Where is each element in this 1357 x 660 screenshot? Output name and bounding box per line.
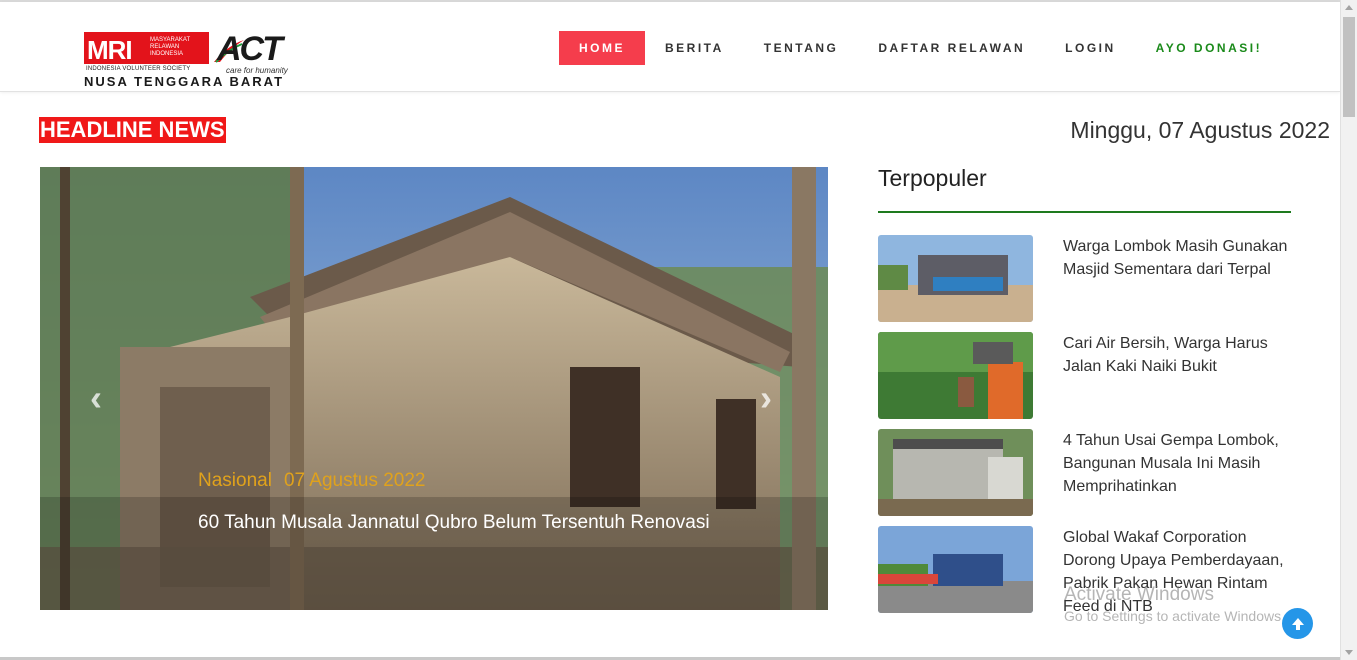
scroll-top-icon bbox=[1291, 617, 1304, 630]
popular-item-title[interactable]: Global Wakaf Corporation Dorong Upaya Pe… bbox=[1063, 526, 1291, 618]
ivs-text: INDONESIA VOLUNTEER SOCIETY bbox=[86, 66, 191, 72]
popular-item[interactable]: Global Wakaf Corporation Dorong Upaya Pe… bbox=[878, 526, 1291, 623]
mri-logo-subtext: MASYARAKAT RELAWAN INDONESIA bbox=[150, 37, 191, 57]
main-nav: HOME BERITA TENTANG DAFTAR RELAWAN LOGIN… bbox=[559, 31, 1262, 65]
scroll-down-icon[interactable] bbox=[1345, 650, 1353, 655]
headline-news-label: HEADLINE NEWS bbox=[39, 117, 226, 143]
site-logo[interactable]: MRI MASYARAKAT RELAWAN INDONESIA INDONES… bbox=[84, 30, 306, 89]
slider-category[interactable]: Nasional bbox=[198, 470, 272, 491]
popular-thumbnail[interactable] bbox=[878, 526, 1033, 613]
slider-meta: Nasional 07 Agustus 2022 bbox=[198, 470, 718, 492]
slider-caption: Nasional 07 Agustus 2022 60 Tahun Musala … bbox=[198, 470, 718, 534]
mri-logo-text: MRI bbox=[87, 35, 133, 65]
site-header: MRI MASYARAKAT RELAWAN INDONESIA INDONES… bbox=[0, 2, 1340, 92]
scroll-up-icon[interactable] bbox=[1345, 5, 1353, 10]
popular-item-title[interactable]: 4 Tahun Usai Gempa Lombok, Bangunan Musa… bbox=[1063, 429, 1291, 498]
popular-item[interactable]: Warga Lombok Masih Gunakan Masjid Sement… bbox=[878, 235, 1291, 332]
popular-title: Terpopuler bbox=[878, 165, 1291, 213]
slider-prev-icon[interactable]: ‹ bbox=[90, 377, 102, 419]
nav-home[interactable]: HOME bbox=[559, 31, 645, 65]
popular-thumbnail[interactable] bbox=[878, 235, 1033, 322]
slider-title[interactable]: 60 Tahun Musala Jannatul Qubro Belum Ter… bbox=[198, 512, 718, 534]
vertical-scrollbar[interactable] bbox=[1340, 0, 1357, 660]
slider-image bbox=[40, 167, 828, 610]
nav-ayo-donasi[interactable]: AYO DONASI! bbox=[1156, 41, 1262, 55]
act-logo-text: ACT bbox=[217, 30, 283, 68]
popular-sidebar: Terpopuler Warga Lombok Masih Gunakan Ma… bbox=[878, 165, 1291, 623]
region-name: NUSA TENGGARA BARAT bbox=[84, 74, 285, 89]
slider-next-icon[interactable]: › bbox=[760, 377, 772, 419]
current-date: Minggu, 07 Agustus 2022 bbox=[1070, 117, 1330, 143]
popular-thumbnail[interactable] bbox=[878, 429, 1033, 516]
popular-list: Warga Lombok Masih Gunakan Masjid Sement… bbox=[878, 235, 1291, 623]
popular-item[interactable]: Cari Air Bersih, Warga Harus Jalan Kaki … bbox=[878, 332, 1291, 429]
nav-berita[interactable]: BERITA bbox=[665, 41, 724, 55]
popular-item-title[interactable]: Warga Lombok Masih Gunakan Masjid Sement… bbox=[1063, 235, 1291, 281]
headline-slider[interactable]: ‹ › Nasional 07 Agustus 2022 60 Tahun Mus… bbox=[40, 167, 828, 610]
nav-login[interactable]: LOGIN bbox=[1065, 41, 1116, 55]
popular-item[interactable]: 4 Tahun Usai Gempa Lombok, Bangunan Musa… bbox=[878, 429, 1291, 526]
popular-thumbnail[interactable] bbox=[878, 332, 1033, 419]
arrow-up-icon[interactable] bbox=[1282, 608, 1313, 639]
scrollbar-thumb[interactable] bbox=[1343, 17, 1355, 117]
mri-logo-box: MRI MASYARAKAT RELAWAN INDONESIA bbox=[84, 32, 209, 65]
nav-tentang[interactable]: TENTANG bbox=[764, 41, 839, 55]
slider-date: 07 Agustus 2022 bbox=[283, 470, 426, 491]
nav-daftar-relawan[interactable]: DAFTAR RELAWAN bbox=[878, 41, 1025, 55]
popular-item-title[interactable]: Cari Air Bersih, Warga Harus Jalan Kaki … bbox=[1063, 332, 1291, 378]
